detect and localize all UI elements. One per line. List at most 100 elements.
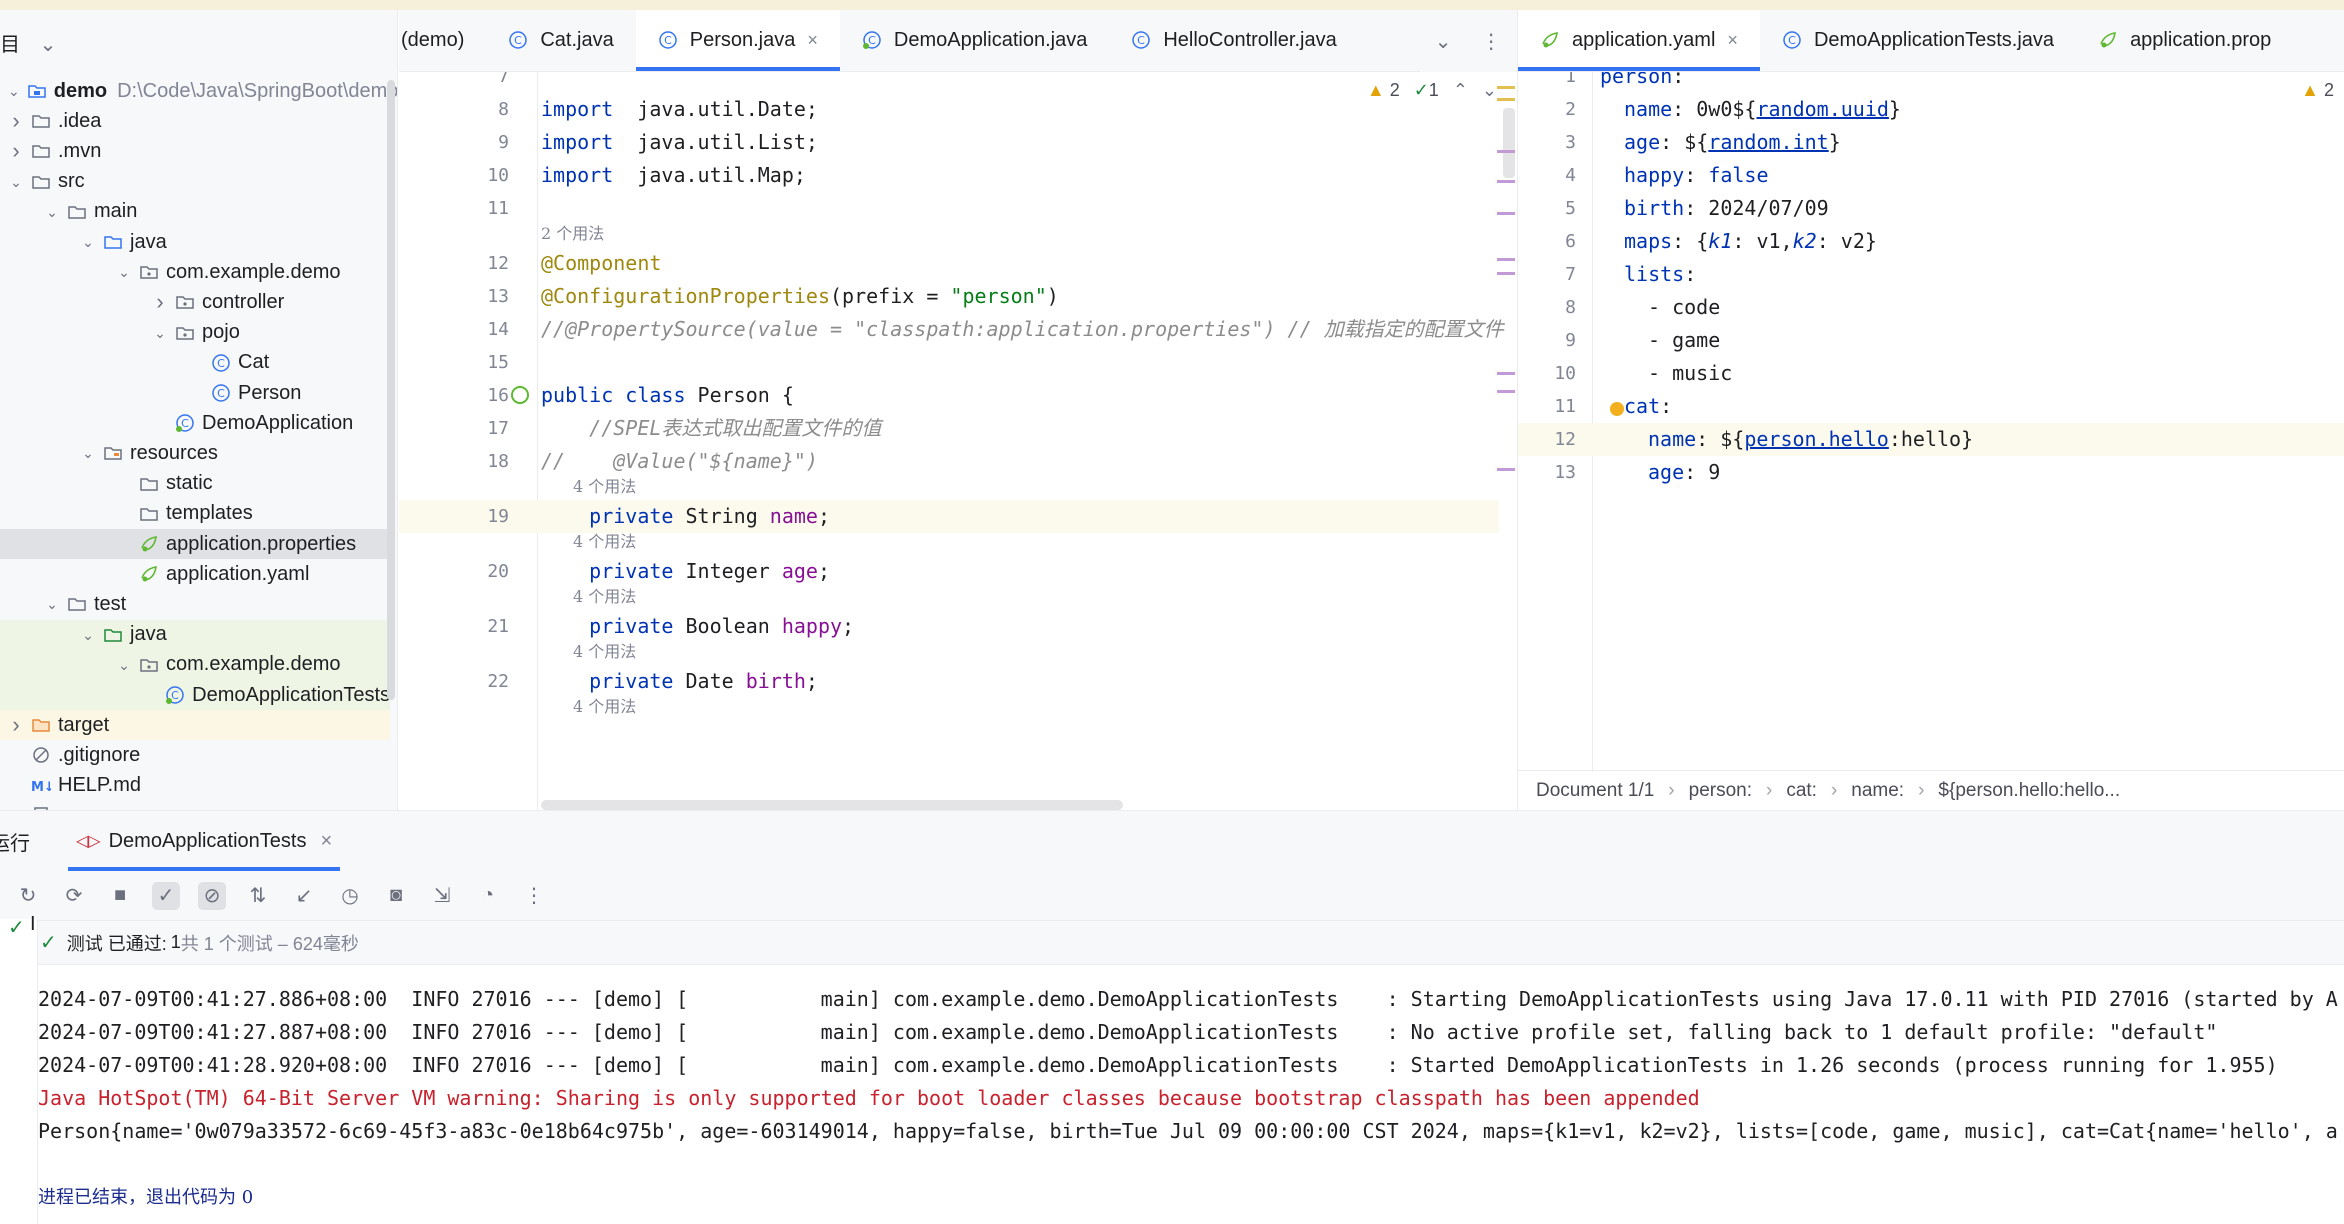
person-java-editor[interactable]: 7 8 import java.util.Date; 9 import java.uti…: [399, 72, 1517, 810]
usage-stripe-mark[interactable]: [1497, 390, 1515, 393]
history-icon[interactable]: ◷: [336, 882, 364, 910]
chevron-down-icon[interactable]: ⌄: [152, 325, 168, 341]
tree-item[interactable]: application.properties: [0, 529, 390, 559]
spring-bean-gutter-icon[interactable]: [511, 386, 529, 404]
tree-item[interactable]: ⌄ com.example.demo: [0, 257, 390, 287]
tree-item[interactable]: ⌄ java: [0, 619, 390, 650]
tree-item[interactable]: application.yaml: [0, 559, 390, 589]
project-header[interactable]: 目 ⌄: [0, 28, 56, 57]
chevron-down-icon[interactable]: ⌄: [44, 204, 60, 220]
tree-item[interactable]: C Person: [0, 378, 390, 408]
chevron-right-icon[interactable]: ›: [8, 110, 24, 132]
chevron-down-icon[interactable]: ⌄: [40, 34, 57, 56]
chevron-right-icon[interactable]: ›: [152, 291, 168, 313]
close-icon[interactable]: ×: [807, 30, 818, 51]
chevron-down-icon[interactable]: ⌄: [80, 445, 96, 461]
usage-stripe-mark[interactable]: [1497, 180, 1515, 183]
tree-item[interactable]: templates: [0, 499, 390, 529]
warning-count[interactable]: ▲ 2: [1367, 80, 1400, 101]
intention-bulb-icon[interactable]: [1610, 402, 1624, 416]
project-scrollbar[interactable]: [387, 80, 395, 700]
stop-icon[interactable]: ■: [106, 882, 134, 910]
chevron-down-icon[interactable]: ⌄: [44, 596, 60, 612]
editor-tab[interactable]: application.yaml ×: [1518, 10, 1760, 71]
warning-stripe-mark[interactable]: [1497, 98, 1515, 101]
editor-tab[interactable]: (demo): [399, 10, 486, 71]
breadcrumb-item[interactable]: name:: [1851, 780, 1904, 802]
tree-item[interactable]: ⌄ src: [0, 167, 390, 197]
chevron-down-icon[interactable]: ⌄: [80, 234, 96, 250]
chevron-down-icon[interactable]: ⌄: [8, 174, 24, 190]
usage-stripe-mark[interactable]: [1497, 258, 1515, 261]
usages-hint[interactable]: 4 个用法: [573, 476, 636, 498]
show-ignored-icon[interactable]: ⊘: [198, 881, 226, 910]
more-options-icon[interactable]: ⋮: [1481, 29, 1501, 54]
tree-item[interactable]: C DemoApplication: [0, 408, 390, 438]
editor-tab[interactable]: C Person.java ×: [635, 10, 841, 71]
usages-hint[interactable]: 2 个用法: [541, 223, 604, 245]
tree-item[interactable]: ⌄ com.example.demo: [0, 649, 390, 680]
close-icon[interactable]: ×: [1727, 30, 1738, 51]
tree-item[interactable]: ⌄ resources: [0, 438, 390, 468]
usages-hint[interactable]: 4 个用法: [573, 531, 636, 553]
tree-item[interactable]: M↓ HELP.md: [0, 771, 390, 801]
usages-hint[interactable]: 4 个用法: [573, 696, 636, 718]
editor-tab[interactable]: C DemoApplication.java: [840, 10, 1109, 71]
editor-tab[interactable]: C Cat.java: [486, 10, 635, 71]
test-tree-strip[interactable]: ✓ I: [0, 913, 38, 1224]
rerun-icon[interactable]: ↻: [14, 882, 42, 910]
warning-stripe-mark[interactable]: [1497, 86, 1515, 89]
tree-item[interactable]: C DemoApplicationTests: [0, 680, 390, 710]
application-yaml-editor[interactable]: 1 person: 2 name: 0w0${random.uuid} 3 age: ${…: [1517, 72, 2344, 810]
tree-item[interactable]: ⌄ test: [0, 589, 390, 619]
weak-warning-count[interactable]: ✓1: [1414, 80, 1439, 101]
yaml-warning-count[interactable]: ▲ 2: [2301, 80, 2334, 101]
next-highlight-icon[interactable]: ⌄: [1482, 80, 1497, 101]
tab-list-chevron-icon[interactable]: ⌄: [1435, 29, 1452, 54]
usage-stripe-mark[interactable]: [1497, 372, 1515, 375]
coverage-icon[interactable]: ◔: [474, 882, 502, 910]
usages-hint[interactable]: 4 个用法: [573, 586, 636, 608]
close-icon[interactable]: ×: [320, 830, 332, 853]
tree-item[interactable]: C Cat: [0, 348, 390, 378]
inspection-widget[interactable]: ▲ 2 ✓1 ⌃ ⌄: [1367, 80, 1497, 101]
breadcrumb-item[interactable]: cat:: [1786, 780, 1817, 802]
editor-tab[interactable]: C HelloController.java: [1109, 10, 1358, 71]
tree-item[interactable]: ⌄ main: [0, 197, 390, 227]
breadcrumb-item[interactable]: person:: [1689, 780, 1752, 802]
breadcrumb-item[interactable]: Document 1/1: [1536, 780, 1654, 802]
screenshot-icon[interactable]: ◙: [382, 882, 410, 910]
usages-hint[interactable]: 4 个用法: [573, 641, 636, 663]
usage-stripe-mark[interactable]: [1497, 468, 1515, 471]
editor-tab[interactable]: C DemoApplicationTests.java: [1760, 10, 2076, 71]
tree-item[interactable]: › .mvn: [0, 136, 390, 166]
chevron-down-icon[interactable]: ⌄: [80, 627, 96, 643]
previous-highlight-icon[interactable]: ⌃: [1453, 80, 1468, 101]
tree-item[interactable]: ⌄ demo D:\Code\Java\SpringBoot\demo: [0, 76, 397, 106]
editor-scrollbar-thumb[interactable]: [1503, 108, 1515, 178]
horizontal-scrollbar[interactable]: [541, 800, 1123, 810]
sort-icon[interactable]: ⇅: [244, 882, 272, 910]
tree-item[interactable]: ⌄ java: [0, 227, 390, 257]
tree-item[interactable]: › target: [0, 710, 390, 741]
tree-item[interactable]: ⌄ pojo: [0, 318, 390, 348]
tree-item[interactable]: mvnw: [0, 801, 390, 810]
chevron-down-icon[interactable]: ⌄: [8, 83, 20, 99]
tree-item[interactable]: › controller: [0, 287, 390, 317]
rerun-failed-icon[interactable]: ⟳: [60, 882, 88, 910]
import-tests-icon[interactable]: ⇲: [428, 882, 456, 910]
chevron-right-icon[interactable]: ›: [8, 714, 24, 736]
more-options-icon[interactable]: ⋮: [520, 882, 548, 910]
usage-stripe-mark[interactable]: [1497, 150, 1515, 153]
chevron-down-icon[interactable]: ⌄: [116, 264, 132, 280]
tree-item[interactable]: .gitignore: [0, 740, 390, 770]
collapse-icon[interactable]: ↙: [290, 882, 318, 910]
chevron-down-icon[interactable]: ⌄: [116, 657, 132, 673]
show-passed-icon[interactable]: ✓: [152, 881, 180, 910]
usage-stripe-mark[interactable]: [1497, 212, 1515, 215]
tab-demo-application-tests[interactable]: ◁▷ DemoApplicationTests ×: [58, 811, 350, 871]
editor-tab[interactable]: application.prop: [2076, 10, 2293, 71]
tree-item[interactable]: › .idea: [0, 106, 390, 136]
console-output[interactable]: 2024-07-09T00:41:27.886+08:00 INFO 27016…: [38, 983, 2338, 1214]
tree-item[interactable]: static: [0, 469, 390, 499]
